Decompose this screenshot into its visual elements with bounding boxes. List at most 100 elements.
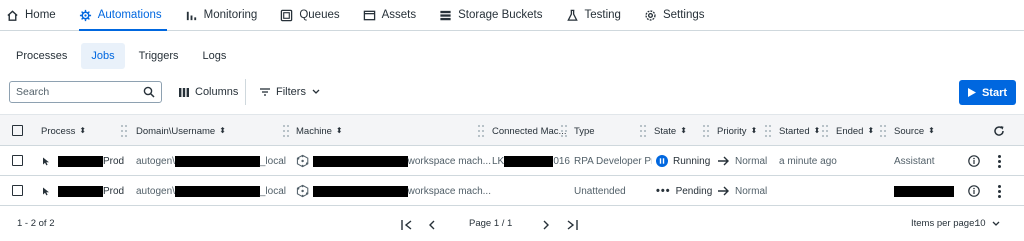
ellipsis-icon: ••• — [656, 185, 671, 197]
search-box — [9, 81, 162, 103]
tab-jobs[interactable]: Jobs — [81, 43, 125, 69]
bar-chart-icon — [186, 11, 196, 20]
last-page-icon[interactable] — [566, 220, 578, 230]
chevron-down-icon — [312, 89, 320, 94]
started-cell — [779, 176, 839, 206]
machine-cell: workspace mach... — [296, 146, 491, 176]
nav-storage-buckets[interactable]: Storage Buckets — [439, 0, 553, 30]
connected-machine-cell — [492, 176, 570, 206]
filters-button[interactable]: Filters — [260, 82, 320, 102]
nav-queues[interactable]: Queues — [280, 0, 350, 30]
domain-prefix: autogen\ — [136, 155, 175, 167]
column-header-started[interactable]: Started ⬍ — [779, 115, 820, 147]
nav-settings[interactable]: Settings — [644, 0, 716, 30]
items-per-page-select[interactable]: 10 — [975, 218, 1000, 229]
nav-settings-label: Settings — [662, 9, 705, 21]
connected-machine-cell: LK 016 — [492, 146, 570, 176]
resize-handle[interactable] — [765, 124, 771, 138]
table-row[interactable]: Prod autogen\ _local workspace mach... U… — [0, 176, 1024, 206]
nav-queues-label: Queues — [299, 9, 340, 21]
nav-automations[interactable]: Automations — [78, 0, 173, 31]
domain-suffix: _local — [259, 185, 286, 197]
resize-handle[interactable] — [478, 124, 484, 138]
redacted-text — [58, 155, 103, 167]
connected-prefix: LK — [492, 155, 505, 167]
resize-handle[interactable] — [822, 124, 828, 138]
tab-logs[interactable]: Logs — [193, 43, 237, 69]
more-actions-icon[interactable] — [997, 155, 1001, 168]
column-header-state[interactable]: State ⬍ — [654, 115, 687, 147]
sort-icon: ⬍ — [813, 126, 821, 135]
column-header-state-label: State — [654, 125, 677, 137]
flask-icon — [566, 9, 578, 21]
nav-testing-label: Testing — [584, 9, 621, 21]
start-button[interactable]: Start — [959, 80, 1016, 105]
column-header-source[interactable]: Source ⬍ — [894, 115, 935, 147]
type-cell: RPA Developer Pro — [574, 155, 652, 167]
assets-icon — [363, 10, 375, 20]
resize-handle[interactable] — [561, 124, 567, 138]
redacted-text — [174, 185, 260, 197]
top-nav: Home Automations Monitoring Queues Asset… — [0, 0, 1024, 31]
column-header-machine[interactable]: Machine ⬍ — [296, 115, 343, 147]
ended-cell — [836, 176, 886, 206]
cursor-icon — [43, 157, 49, 165]
redacted-text — [58, 185, 103, 197]
sort-icon: ⬍ — [928, 126, 935, 135]
redacted-text — [313, 155, 408, 167]
first-page-icon[interactable] — [401, 220, 413, 230]
resize-handle[interactable] — [121, 124, 127, 138]
nav-monitoring[interactable]: Monitoring — [185, 0, 269, 30]
tab-triggers[interactable]: Triggers — [129, 43, 189, 69]
filters-label: Filters — [276, 86, 306, 98]
redacted-text — [174, 155, 260, 167]
nav-storage-buckets-label: Storage Buckets — [458, 9, 543, 21]
nav-assets-label: Assets — [381, 9, 417, 21]
arrow-right-icon — [718, 186, 729, 196]
columns-label: Columns — [195, 86, 239, 98]
column-header-ended[interactable]: Ended ⬍ — [836, 115, 874, 147]
priority-label: Normal — [735, 155, 768, 167]
row-checkbox[interactable] — [12, 185, 23, 196]
resize-handle[interactable] — [640, 124, 646, 138]
column-header-type-label: Type — [574, 125, 595, 137]
started-cell: a minute ago — [779, 155, 837, 167]
info-icon[interactable] — [968, 155, 980, 167]
column-header-process[interactable]: Process ⬍ — [41, 115, 86, 147]
row-checkbox[interactable] — [12, 155, 23, 166]
search-icon[interactable] — [143, 86, 155, 98]
column-header-domain-username[interactable]: Domain\Username ⬍ — [136, 115, 226, 147]
column-header-domain-username-label: Domain\Username — [136, 125, 216, 137]
nav-testing[interactable]: Testing — [566, 0, 632, 30]
resize-handle[interactable] — [703, 124, 709, 138]
resize-handle[interactable] — [880, 124, 886, 138]
tab-processes[interactable]: Processes — [6, 43, 77, 69]
nav-assets[interactable]: Assets — [363, 0, 428, 30]
column-header-process-label: Process — [41, 125, 76, 137]
state-cell: ••• Pending — [656, 176, 720, 206]
automations-icon — [79, 9, 91, 21]
priority-cell: Normal — [718, 146, 778, 176]
refresh-icon[interactable] — [993, 125, 1005, 137]
column-header-connected-machine[interactable]: Connected Mac... — [492, 115, 566, 147]
columns-button[interactable]: Columns — [179, 82, 238, 102]
machine-icon — [296, 184, 309, 198]
search-input[interactable] — [16, 86, 136, 98]
next-page-icon[interactable] — [542, 220, 550, 230]
columns-icon — [179, 87, 189, 97]
redacted-text — [894, 185, 954, 197]
column-header-type[interactable]: Type — [574, 115, 595, 147]
nav-home[interactable]: Home — [6, 0, 67, 30]
resize-handle[interactable] — [283, 124, 289, 138]
select-all-checkbox[interactable] — [12, 125, 23, 136]
type-cell: Unattended — [574, 185, 626, 197]
play-icon — [967, 88, 976, 97]
ended-cell — [836, 146, 886, 176]
home-icon — [7, 9, 18, 21]
info-icon[interactable] — [968, 185, 980, 197]
table-row[interactable]: Prod autogen\ _local workspace mach... L… — [0, 146, 1024, 176]
more-actions-icon[interactable] — [997, 185, 1001, 198]
column-header-priority[interactable]: Priority ⬍ — [717, 115, 757, 147]
gear-icon — [645, 9, 656, 21]
previous-page-icon[interactable] — [428, 220, 436, 230]
